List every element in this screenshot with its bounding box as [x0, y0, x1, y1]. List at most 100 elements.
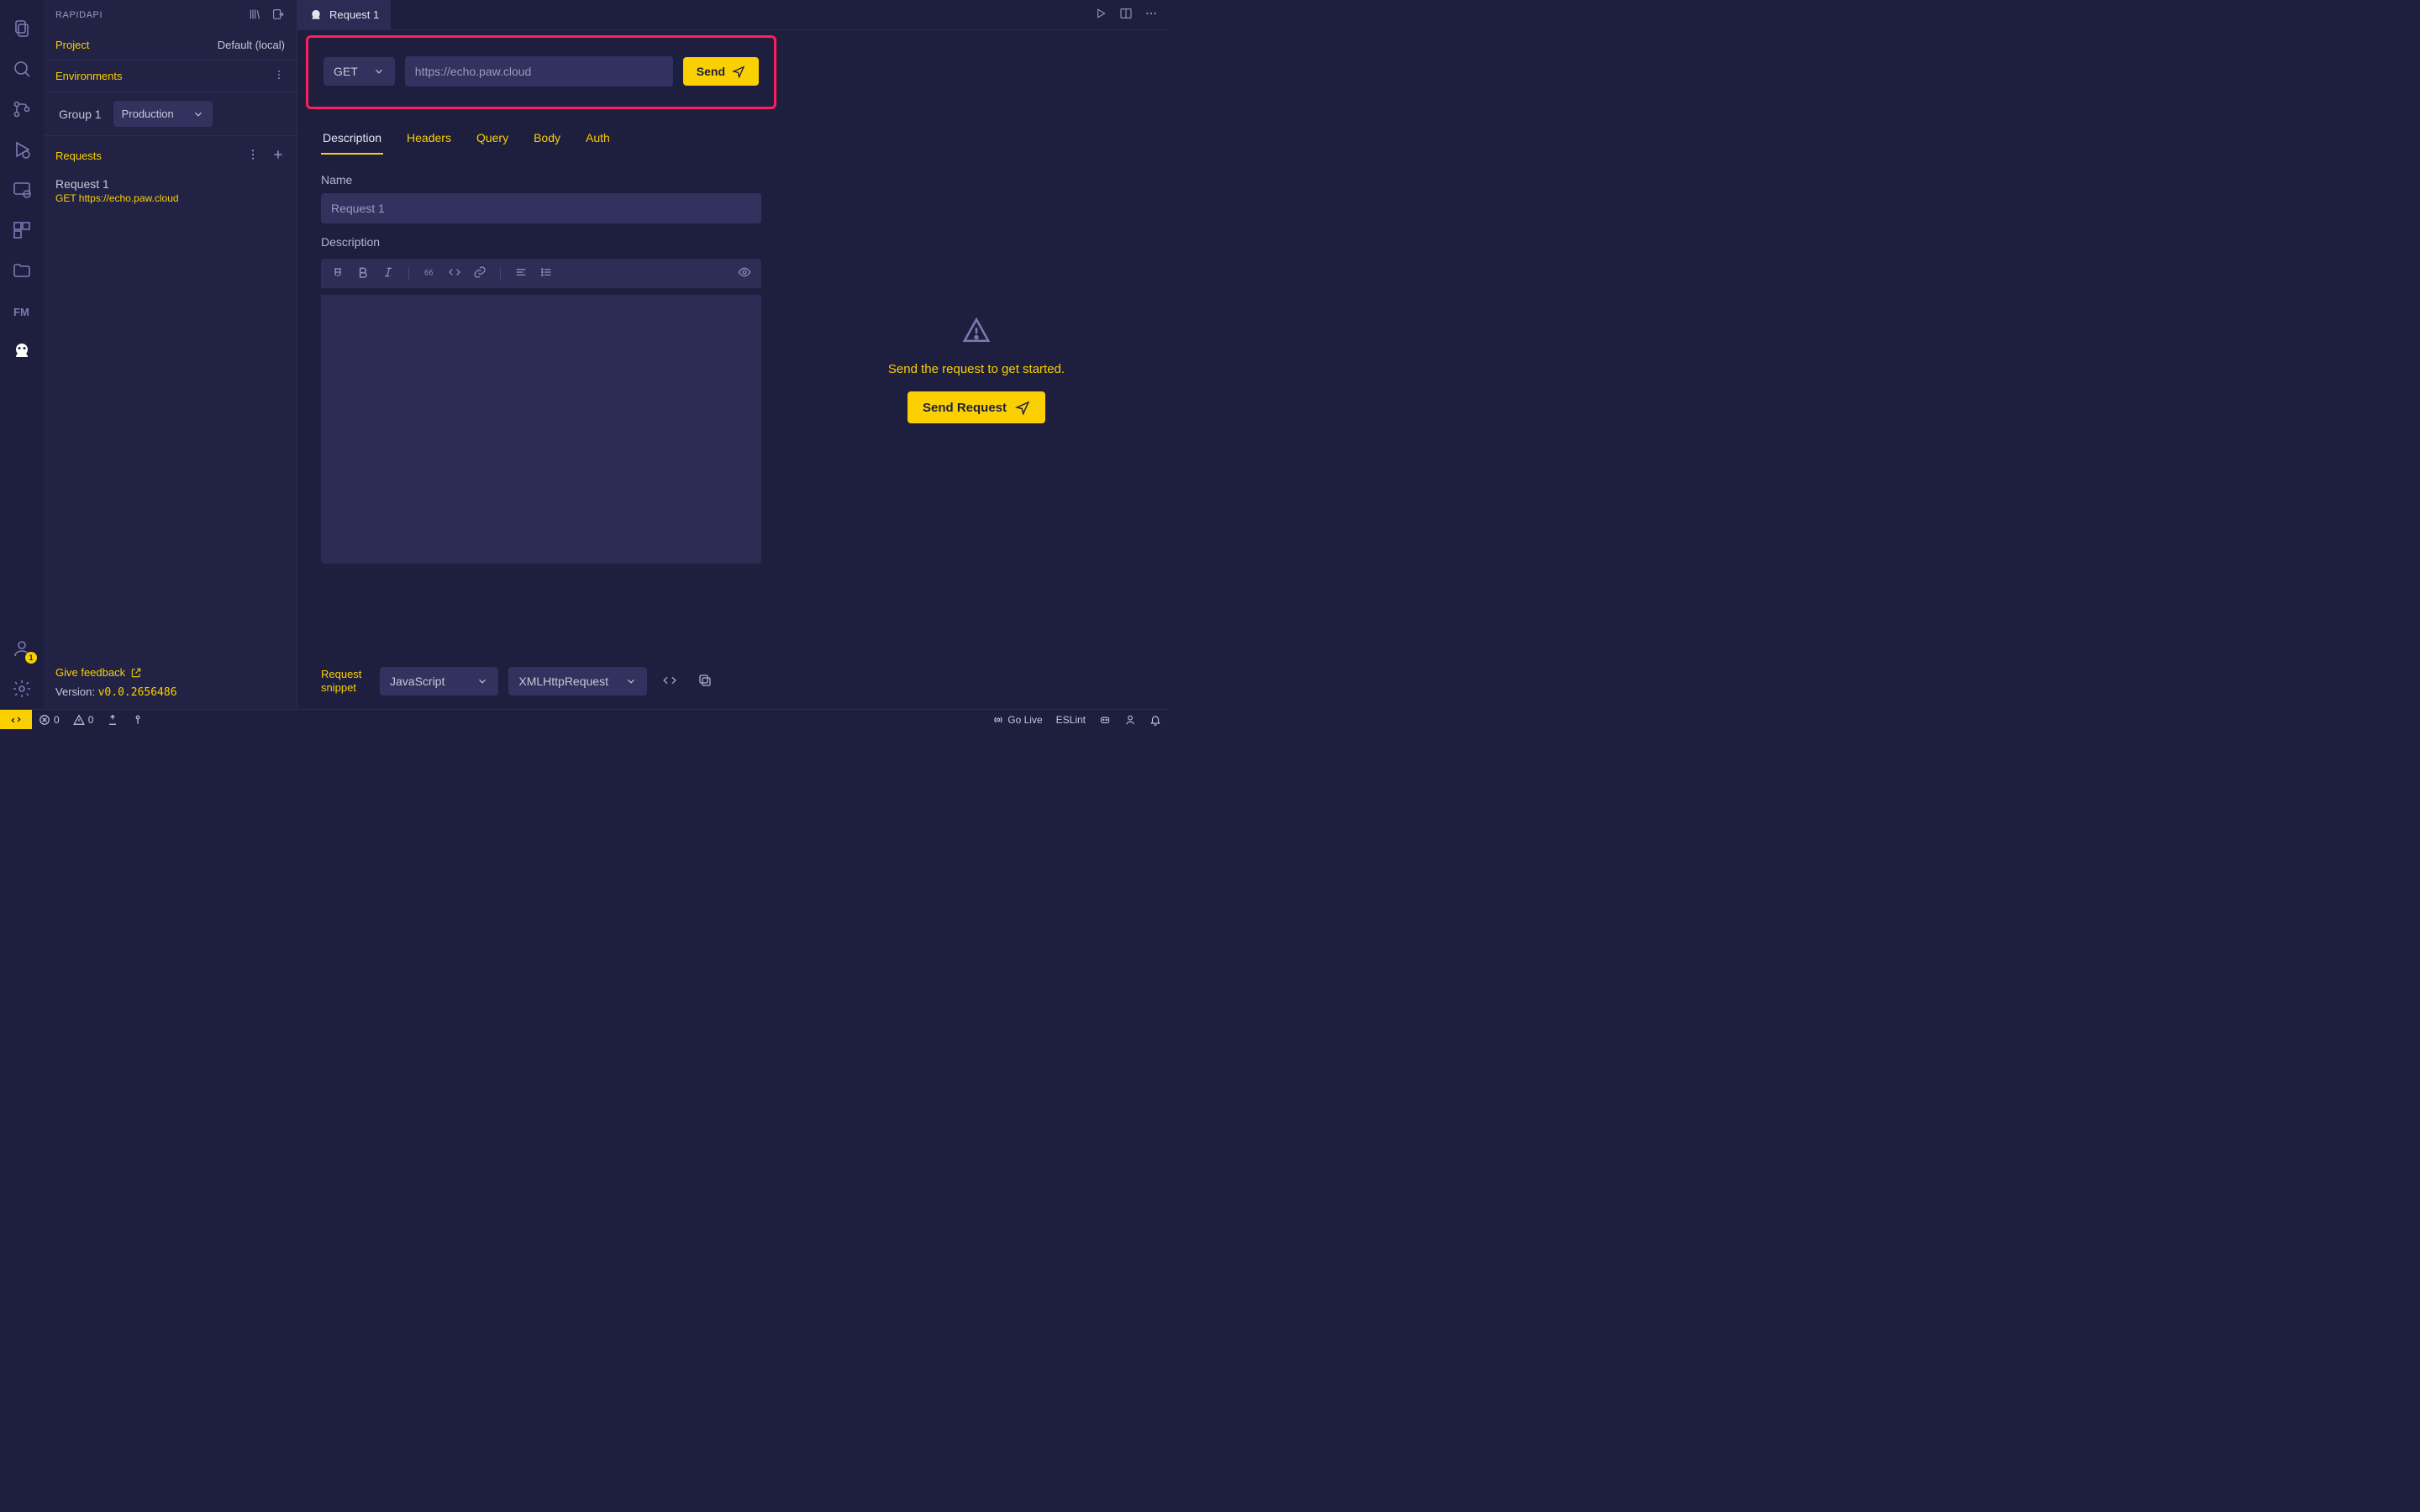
http-method-select[interactable]: GET — [324, 57, 395, 86]
more-icon[interactable] — [1144, 7, 1158, 23]
request-pane: GET https://echo.paw.cloud Send Descript… — [297, 30, 785, 709]
export-icon[interactable] — [271, 8, 285, 24]
response-pane: Send the request to get started. Send Re… — [785, 30, 1168, 709]
requests-more-icon[interactable] — [246, 148, 260, 164]
status-ports[interactable] — [100, 714, 125, 726]
give-feedback-link[interactable]: Give feedback — [55, 666, 285, 679]
send-request-label: Send Request — [923, 401, 1007, 415]
status-sync[interactable] — [125, 714, 150, 726]
fm-icon[interactable]: FM — [2, 291, 42, 331]
name-input[interactable]: Request 1 — [321, 193, 761, 223]
tab-headers[interactable]: Headers — [405, 123, 453, 155]
status-eslint[interactable]: ESLint — [1050, 714, 1092, 726]
link-icon[interactable] — [473, 265, 487, 281]
description-toolbar: 66 — [321, 259, 761, 288]
external-link-icon — [130, 667, 142, 679]
explorer-icon[interactable] — [2, 8, 42, 49]
run-debug-icon[interactable] — [2, 129, 42, 170]
status-warnings[interactable]: 0 — [66, 714, 101, 726]
chevron-down-icon — [476, 675, 488, 687]
http-method-value: GET — [334, 65, 358, 78]
chevron-down-icon — [192, 108, 204, 120]
requests-label: Requests — [55, 150, 102, 162]
snippet-language-select[interactable]: JavaScript — [380, 667, 498, 696]
tab-description[interactable]: Description — [321, 123, 383, 155]
requests-header: Requests — [44, 136, 297, 171]
env-group-label: Group 1 — [55, 102, 105, 126]
add-request-icon[interactable] — [271, 148, 285, 164]
editor-tab-label: Request 1 — [329, 8, 379, 21]
split-editor-icon[interactable] — [1119, 7, 1133, 23]
accounts-badge: 1 — [25, 652, 37, 664]
send-button-label: Send — [697, 65, 725, 78]
request-list-item[interactable]: Request 1 GET https://echo.paw.cloud — [44, 171, 297, 211]
code-icon[interactable] — [448, 265, 461, 281]
activity-bar: FM 1 — [0, 0, 44, 709]
source-control-icon[interactable] — [2, 89, 42, 129]
environment-selected: Production — [122, 108, 174, 120]
status-errors[interactable]: 0 — [32, 714, 66, 726]
tab-auth[interactable]: Auth — [584, 123, 612, 155]
snippet-label: Request snippet — [321, 668, 370, 694]
send-icon — [1015, 400, 1030, 415]
sidebar: RAPIDAPI Project Default (local) Environ… — [44, 0, 297, 709]
status-copilot-icon[interactable] — [1092, 714, 1118, 726]
align-icon[interactable] — [514, 265, 528, 281]
tab-query[interactable]: Query — [475, 123, 510, 155]
search-icon[interactable] — [2, 49, 42, 89]
project-label: Project — [55, 39, 89, 51]
italic-icon[interactable] — [381, 265, 395, 281]
editor-tabbar: Request 1 — [297, 0, 1168, 30]
highlighted-request-bar: GET https://echo.paw.cloud Send — [306, 35, 776, 109]
settings-gear-icon[interactable] — [2, 669, 42, 709]
request-item-subtitle: GET https://echo.paw.cloud — [55, 192, 285, 204]
description-textarea[interactable] — [321, 295, 761, 564]
rapidapi-icon[interactable] — [2, 331, 42, 371]
project-row[interactable]: Project Default (local) — [44, 30, 297, 60]
library-icon[interactable] — [248, 8, 261, 24]
snippet-target-select[interactable]: XMLHttpRequest — [508, 667, 647, 696]
remote-explorer-icon[interactable] — [2, 170, 42, 210]
snippet-copy-icon[interactable] — [692, 668, 718, 696]
accounts-icon[interactable]: 1 — [2, 628, 42, 669]
environments-more-icon[interactable] — [273, 69, 285, 83]
response-hint: Send the request to get started. — [888, 362, 1065, 376]
extensions-icon[interactable] — [2, 210, 42, 250]
folder-icon[interactable] — [2, 250, 42, 291]
quote-icon[interactable]: 66 — [423, 265, 436, 281]
environment-select[interactable]: Production — [113, 101, 213, 127]
version-label: Version: v0.0.2656486 — [55, 685, 285, 699]
send-button[interactable]: Send — [683, 57, 759, 86]
svg-text:66: 66 — [424, 269, 433, 277]
status-go-live[interactable]: Go Live — [986, 714, 1049, 726]
environments-label: Environments — [55, 70, 122, 82]
list-icon[interactable] — [539, 265, 553, 281]
feedback-label: Give feedback — [55, 666, 125, 679]
chevron-down-icon — [625, 675, 637, 687]
svg-text:FM: FM — [13, 306, 29, 318]
bold-icon[interactable] — [356, 265, 370, 281]
status-bar: 0 0 Go Live ESLint — [0, 709, 1168, 729]
run-icon[interactable] — [1094, 7, 1107, 23]
environments-header: Environments — [44, 60, 297, 92]
request-tabs: Description Headers Query Body Auth — [297, 123, 785, 155]
send-request-button[interactable]: Send Request — [908, 391, 1045, 423]
preview-icon[interactable] — [738, 265, 751, 281]
description-label: Description — [321, 235, 761, 249]
snippet-language-value: JavaScript — [390, 675, 445, 688]
chevron-down-icon — [373, 66, 385, 77]
project-value: Default (local) — [218, 39, 285, 51]
url-input[interactable]: https://echo.paw.cloud — [405, 56, 673, 87]
remote-indicator[interactable] — [0, 710, 32, 729]
heading-icon[interactable] — [331, 265, 345, 281]
snippet-code-icon[interactable] — [657, 668, 682, 696]
request-item-title: Request 1 — [55, 177, 285, 191]
status-bell-icon[interactable] — [1143, 714, 1168, 726]
status-feedback-icon[interactable] — [1118, 714, 1143, 726]
editor-tab[interactable]: Request 1 — [297, 0, 392, 29]
warning-icon — [962, 316, 991, 347]
tab-body[interactable]: Body — [532, 123, 562, 155]
octopus-icon — [309, 8, 323, 22]
send-icon — [732, 65, 745, 78]
sidebar-title: RAPIDAPI — [55, 10, 103, 20]
